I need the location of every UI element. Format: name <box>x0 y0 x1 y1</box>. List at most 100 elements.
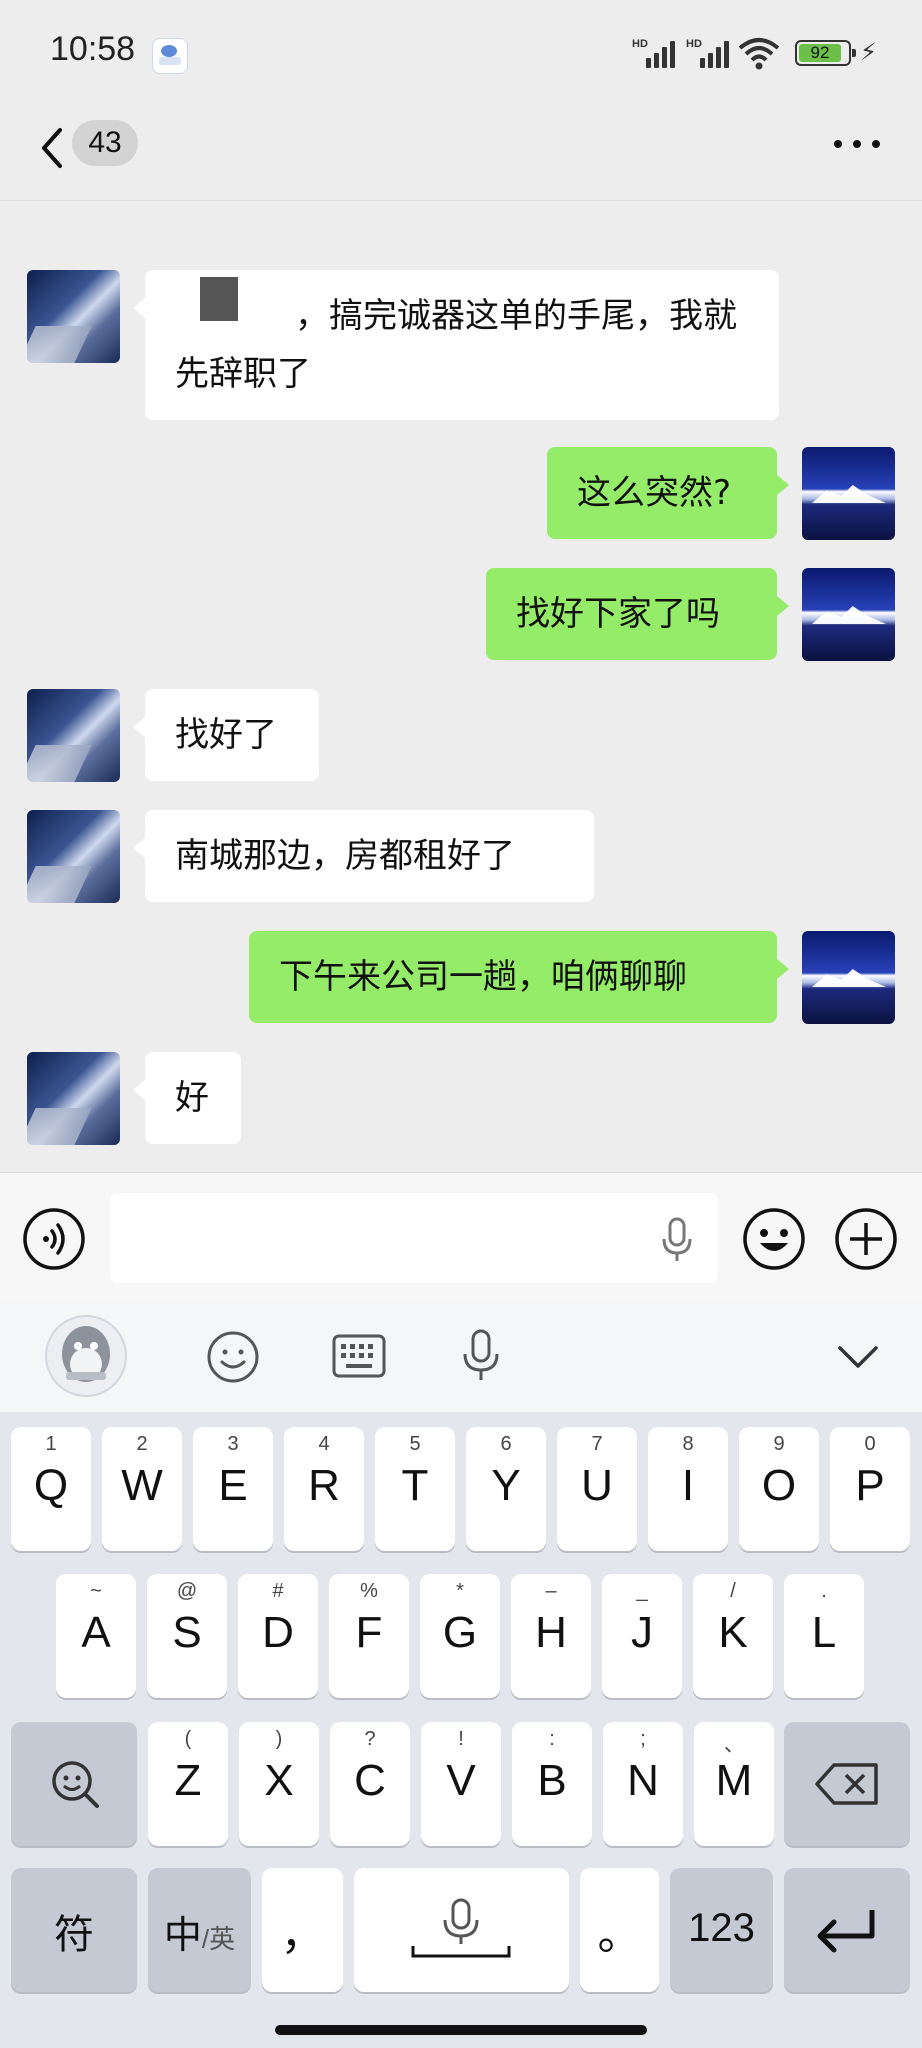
key-label: K <box>718 1608 748 1657</box>
key-secondary-label: . <box>821 1580 827 1602</box>
key-a[interactable]: ~ A <box>56 1574 136 1698</box>
key-label: A <box>81 1608 111 1657</box>
key-secondary-label: 1 <box>45 1433 57 1455</box>
home-indicator[interactable] <box>275 2025 647 2035</box>
key-secondary-label: * <box>456 1580 464 1602</box>
voice-input-toggle-icon[interactable] <box>22 1207 86 1271</box>
key-secondary-label: ~ <box>90 1580 102 1602</box>
key-j[interactable]: _ J <box>602 1574 682 1698</box>
emoji-icon[interactable] <box>742 1207 806 1271</box>
key-k[interactable]: / K <box>693 1574 773 1698</box>
comma-key[interactable]: ， <box>262 1868 343 1992</box>
key-z[interactable]: (Z <box>148 1722 228 1846</box>
key-s[interactable]: @ S <box>147 1574 227 1698</box>
battery-icon: 92 <box>795 40 856 66</box>
contact-avatar[interactable] <box>27 810 120 903</box>
key-label: U <box>581 1461 613 1510</box>
key-g[interactable]: * G <box>420 1574 500 1698</box>
keyboard-search-key[interactable] <box>11 1722 137 1846</box>
message-bubble[interactable]: ，搞完诚器这单的手尾，我就 先辞职了 <box>133 270 779 420</box>
key-secondary-label: 6 <box>500 1433 512 1455</box>
backspace-key[interactable] <box>784 1722 910 1846</box>
numbers-key[interactable]: 123 <box>670 1868 773 1992</box>
message-input[interactable] <box>110 1193 718 1283</box>
key-label: G <box>442 1608 478 1657</box>
key-p[interactable]: 0P <box>830 1427 910 1551</box>
key-secondary-label: 3 <box>227 1433 239 1455</box>
key-label: H <box>535 1608 567 1657</box>
key-n[interactable]: ; N <box>603 1722 683 1846</box>
key-label: S <box>172 1608 202 1657</box>
emoji-panel-icon[interactable] <box>206 1330 260 1384</box>
key-label: Z <box>174 1756 202 1805</box>
my-avatar[interactable] <box>802 447 895 540</box>
back-arrow-icon[interactable] <box>36 124 76 172</box>
key-secondary-label: @ <box>176 1580 198 1602</box>
key-e[interactable]: 3E <box>193 1427 273 1551</box>
space-key[interactable] <box>354 1868 569 1992</box>
message-bubble[interactable]: 好 <box>133 1052 241 1144</box>
contact-avatar[interactable] <box>27 689 120 782</box>
status-bar: 10:58 HD HD 92 ⚡ <box>0 0 922 100</box>
key-o[interactable]: 9O <box>739 1427 819 1551</box>
key-label: Y <box>491 1461 521 1510</box>
key-x[interactable]: ) X <box>239 1722 319 1846</box>
enter-key[interactable] <box>784 1868 910 1992</box>
chat-header <box>0 100 922 201</box>
symbols-key[interactable]: 符 <box>11 1868 137 1992</box>
message-bubble[interactable]: 找好了 <box>133 689 319 781</box>
language-switch-key[interactable]: 中/英 <box>148 1868 251 1992</box>
key-q[interactable]: 1Q <box>11 1427 91 1551</box>
key-b[interactable]: :B <box>512 1722 592 1846</box>
key-y[interactable]: 6Y <box>466 1427 546 1551</box>
key-label: P <box>855 1461 885 1510</box>
key-c[interactable]: ? C <box>330 1722 410 1846</box>
signal-icon-2: HD <box>686 38 732 68</box>
keyboard-mascot-icon[interactable] <box>44 1314 128 1398</box>
status-time: 10:58 <box>50 30 136 68</box>
message-bubble[interactable]: 下午来公司一趟，咱俩聊聊 <box>249 931 789 1023</box>
key-secondary-label: _ <box>636 1580 648 1602</box>
backspace-icon <box>815 1763 878 1805</box>
message-bubble[interactable]: 找好下家了吗 <box>486 568 789 660</box>
key-secondary-label: ) <box>275 1728 283 1750</box>
lang-main-label: 中 <box>163 1915 202 1957</box>
key-f[interactable]: % F <box>329 1574 409 1698</box>
my-avatar[interactable] <box>802 568 895 661</box>
key-r[interactable]: 4R <box>284 1427 364 1551</box>
more-options-icon[interactable] <box>834 140 880 150</box>
key-i[interactable]: 8I <box>648 1427 728 1551</box>
key-label: W <box>121 1461 163 1510</box>
key-w[interactable]: 2W <box>102 1427 182 1551</box>
message-bubble[interactable]: 这么突然? <box>547 447 789 539</box>
message-bubble[interactable]: 南城那边，房都租好了 <box>133 810 594 902</box>
voice-typing-icon[interactable] <box>460 1328 502 1384</box>
period-key[interactable]: 。 <box>580 1868 659 1992</box>
key-label: M <box>715 1756 753 1805</box>
key-secondary-label: ; <box>640 1728 646 1750</box>
collapse-keyboard-icon[interactable] <box>836 1342 880 1372</box>
unread-count-badge[interactable]: 43 <box>72 120 138 166</box>
keyboard-layout-icon[interactable] <box>332 1334 386 1378</box>
key-u[interactable]: 7U <box>557 1427 637 1551</box>
redacted-block <box>200 277 238 321</box>
microphone-icon[interactable] <box>660 1217 694 1263</box>
key-t[interactable]: 5T <box>375 1427 455 1551</box>
network-type-label: HD <box>632 38 648 50</box>
key-v[interactable]: ! V <box>421 1722 501 1846</box>
key-d[interactable]: # D <box>238 1574 318 1698</box>
key-secondary-label: – <box>545 1580 557 1602</box>
contact-avatar[interactable] <box>27 270 120 363</box>
add-attachment-icon[interactable] <box>834 1207 898 1271</box>
key-secondary-label: ( <box>184 1728 192 1750</box>
key-secondary-label: 2 <box>136 1433 148 1455</box>
contact-avatar[interactable] <box>27 1052 120 1145</box>
key-h[interactable]: – H <box>511 1574 591 1698</box>
key-l[interactable]: .L <box>784 1574 864 1698</box>
key-secondary-label: : <box>549 1728 555 1750</box>
my-avatar[interactable] <box>802 931 895 1024</box>
keyboard-toolbar <box>0 1302 922 1412</box>
key-m[interactable]: 、 M <box>694 1722 774 1846</box>
key-secondary-label: % <box>360 1580 378 1602</box>
key-label: V <box>446 1756 476 1805</box>
